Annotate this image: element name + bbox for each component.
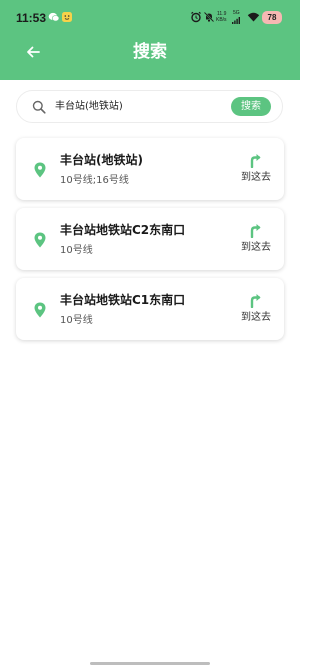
location-pin-icon: [34, 162, 46, 178]
notification-app-icon: [62, 12, 72, 22]
result-lines: 10号线: [60, 245, 93, 256]
location-pin-icon: [34, 302, 46, 318]
status-time: 11:53: [16, 11, 47, 25]
result-card[interactable]: 丰台站地铁站C2东南口 10号线 到这去: [16, 208, 284, 270]
result-lines: 10号线;16号线: [60, 175, 129, 186]
result-name: 丰台站地铁站C1东南口: [60, 293, 186, 307]
search-button[interactable]: 搜索: [231, 97, 271, 116]
wifi-icon: [247, 12, 260, 22]
search-input[interactable]: [55, 97, 225, 117]
page-title: 搜索: [133, 42, 167, 62]
result-name: 丰台站(地铁站): [60, 153, 143, 167]
search-results: 丰台站(地铁站) 10号线;16号线 到这去 丰台站地铁站C2东南口 10号线 …: [16, 138, 284, 348]
home-gesture-bar[interactable]: [90, 662, 210, 665]
alarm-icon: [191, 11, 201, 23]
wechat-icon: [48, 12, 60, 22]
route-turn-icon[interactable]: [248, 222, 262, 238]
location-pin-icon: [34, 232, 46, 248]
search-box: 搜索: [16, 90, 283, 123]
mute-icon: [203, 11, 215, 23]
go-here-label[interactable]: 到这去: [235, 311, 277, 325]
result-name: 丰台站地铁站C2东南口: [60, 223, 186, 237]
signal-icon: [232, 17, 240, 24]
app-header: 11:53 11.9 KB/s 5G 78 搜索: [0, 0, 300, 80]
result-card[interactable]: 丰台站地铁站C1东南口 10号线 到这去: [16, 278, 284, 340]
result-card[interactable]: 丰台站(地铁站) 10号线;16号线 到这去: [16, 138, 284, 200]
net-speed-unit: KB/s: [216, 17, 227, 23]
go-here-label[interactable]: 到这去: [235, 241, 277, 255]
battery-indicator: 78: [262, 11, 282, 24]
status-bar: 11:53 11.9 KB/s 5G 78: [0, 0, 300, 36]
go-here-label[interactable]: 到这去: [235, 171, 277, 185]
route-turn-icon[interactable]: [248, 152, 262, 168]
route-turn-icon[interactable]: [248, 292, 262, 308]
search-icon: [32, 100, 46, 114]
result-lines: 10号线: [60, 315, 93, 326]
